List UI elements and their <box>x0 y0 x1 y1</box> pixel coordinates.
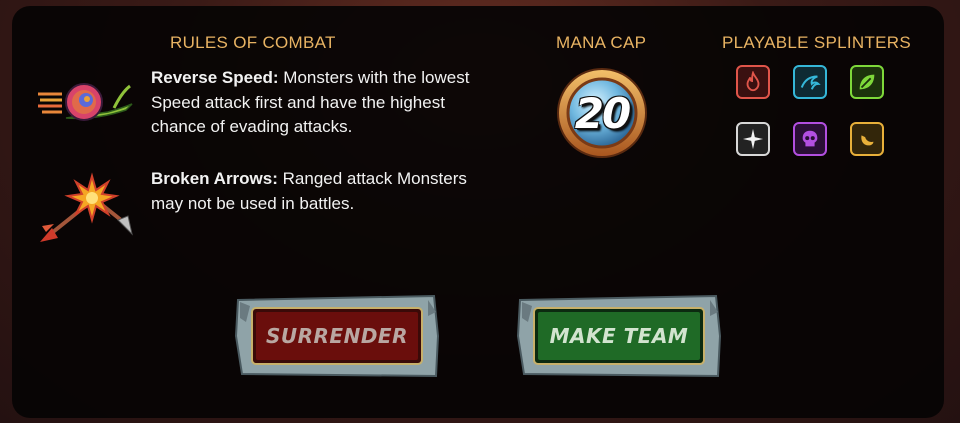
snail-icon <box>36 78 136 131</box>
surrender-button[interactable]: SURRENDER <box>232 292 442 380</box>
skull-icon <box>802 130 818 147</box>
mana-cap-value: 20 <box>574 88 631 138</box>
flame-icon <box>746 71 760 92</box>
wave-icon <box>800 75 821 90</box>
rule-name: Broken Arrows: <box>151 169 278 188</box>
dragon-icon <box>861 135 874 146</box>
splinter-fire <box>736 65 770 99</box>
splinters-heading: PLAYABLE SPLINTERS <box>722 33 912 52</box>
splinter-water <box>793 65 827 99</box>
splinter-dragon <box>850 122 884 156</box>
sparkle-icon <box>742 128 764 150</box>
rule-reverse-speed: Reverse Speed: Monsters with the lowest … <box>151 66 491 140</box>
splinter-earth <box>850 65 884 99</box>
mana-cap-heading: MANA CAP <box>556 33 647 52</box>
rule-broken-arrows: Broken Arrows: Ranged attack Monsters ma… <box>151 167 496 216</box>
make-team-label: MAKE TEAM <box>549 324 689 348</box>
battle-rules-panel: RULES OF COMBAT Reverse Speed: Monsters … <box>12 6 944 418</box>
surrender-label: SURRENDER <box>265 324 408 348</box>
broken-arrows-icon <box>38 168 138 253</box>
splinter-death <box>793 122 827 156</box>
splinter-life <box>736 122 770 156</box>
leaf-icon <box>859 74 875 90</box>
make-team-button[interactable]: MAKE TEAM <box>514 292 724 380</box>
mana-cap-badge: 20 <box>556 67 648 159</box>
rules-heading: RULES OF COMBAT <box>170 33 336 52</box>
rule-name: Reverse Speed: <box>151 68 279 87</box>
